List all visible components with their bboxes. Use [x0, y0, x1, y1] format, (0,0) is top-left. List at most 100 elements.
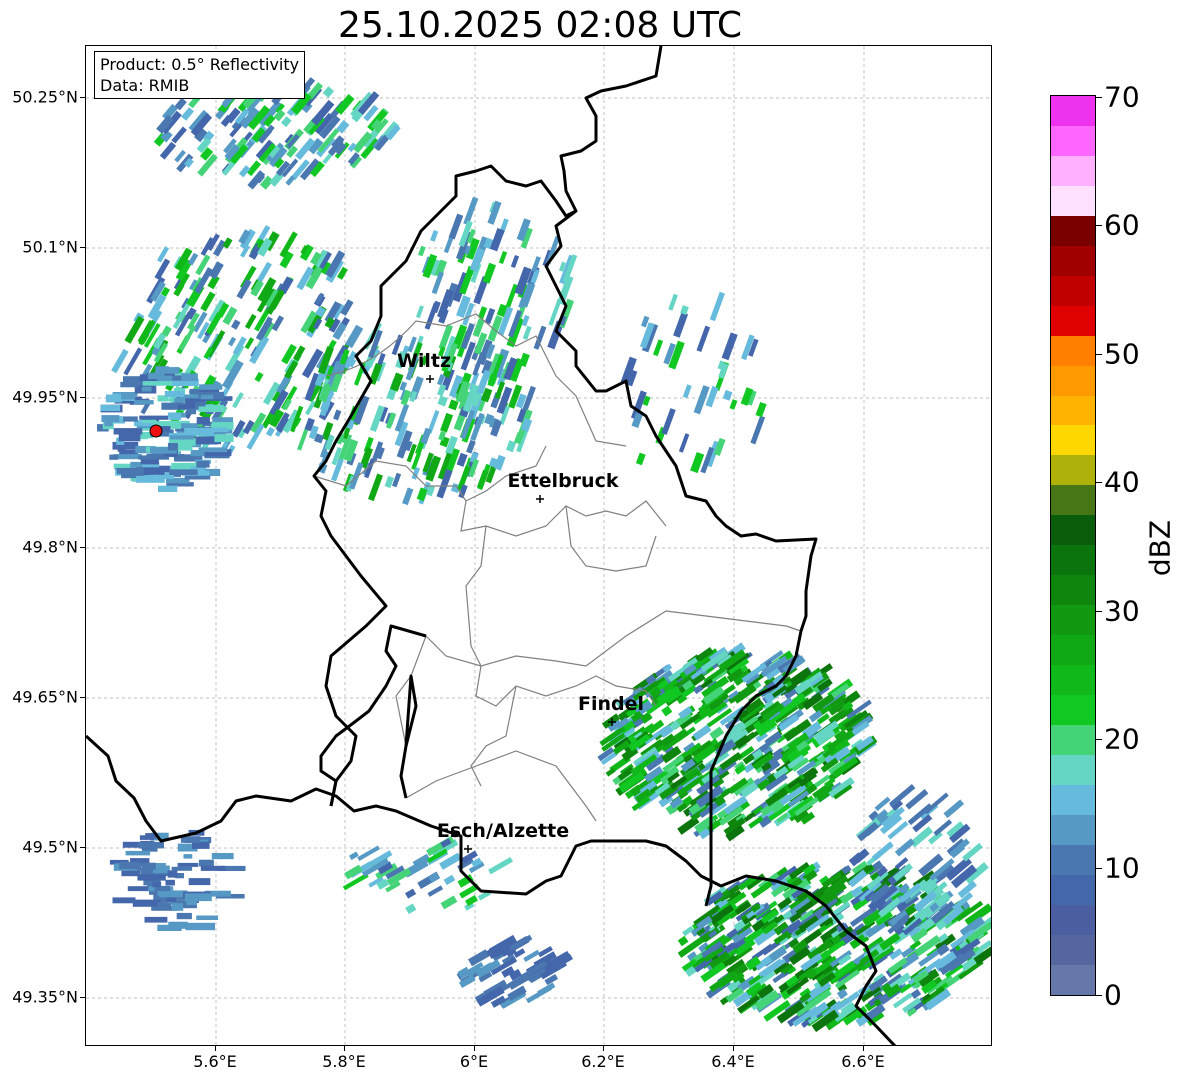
radar-echo-cell: [118, 433, 141, 442]
radar-echo-cell: [169, 469, 198, 475]
radar-echo-cell: [693, 385, 710, 415]
colorbar-segment: [1051, 814, 1095, 845]
lat-tick: [80, 397, 85, 398]
radar-echo-cell: [721, 332, 738, 361]
radar-echo-cell: [169, 435, 194, 440]
radar-echo-cell: [139, 434, 148, 440]
colorbar-label: 70: [1104, 80, 1140, 114]
radar-echo-cell: [677, 935, 689, 947]
lat-label: 49.5°N: [22, 837, 78, 857]
radar-echo-cell: [166, 897, 177, 902]
lat-tick: [80, 697, 85, 698]
lon-label: 6.6°E: [841, 1052, 885, 1071]
radar-echo-cell: [167, 870, 178, 878]
radar-echo-cell: [125, 850, 151, 856]
radar-echo-cell: [682, 925, 694, 937]
colorbar-tick: [1096, 225, 1102, 226]
colorbar-segment: [1051, 515, 1095, 546]
radar-echo-cell: [427, 885, 444, 897]
radar-echo-cell: [159, 141, 177, 160]
colorbar-segment: [1051, 605, 1095, 636]
lon-label: 5.6°E: [193, 1052, 237, 1071]
radar-echo-cell: [155, 366, 169, 373]
lon-label: 6°E: [459, 1052, 489, 1071]
radar-echo-cell: [137, 874, 166, 881]
radar-echo-cell: [349, 851, 359, 860]
colorbar-segment: [1051, 125, 1095, 156]
radar-echo-cell: [154, 258, 171, 280]
radar-echo-cell: [171, 903, 184, 911]
radar-echo-cell: [345, 324, 364, 349]
radar-echo-cell: [244, 313, 257, 330]
lat-tick: [80, 547, 85, 548]
radar-echo-cell: [211, 853, 234, 860]
radar-echo-cell: [354, 362, 366, 386]
radar-echo-cell: [200, 394, 214, 400]
radar-echo-cell: [498, 250, 508, 265]
radar-echo-cell: [196, 417, 210, 425]
colorbar-label: 0: [1104, 978, 1122, 1012]
radar-echo-cell: [909, 826, 934, 848]
radar-echoes: [97, 70, 991, 1033]
radar-echo-cell: [228, 336, 237, 347]
radar-echo-cell: [335, 93, 355, 115]
radar-echo-cell: [265, 426, 275, 437]
colorbar: [1050, 95, 1096, 996]
radar-echo-cell: [635, 452, 646, 466]
radar-echo-cell: [673, 312, 689, 338]
radar-echo-cell: [463, 196, 479, 226]
radar-echo-cell: [141, 862, 156, 870]
radar-echo-cell: [333, 409, 342, 421]
colorbar-segment: [1051, 844, 1095, 875]
radar-echo-cell: [181, 107, 194, 121]
radar-echo-cell: [200, 291, 216, 312]
radar-echo-cell: [168, 921, 188, 929]
radar-echo-cell: [164, 390, 185, 398]
radar-echo-cell: [177, 862, 199, 867]
radar-echo-cell: [405, 888, 417, 899]
radar-echo-cell: [448, 399, 459, 411]
radar-echo-cell: [488, 856, 514, 875]
colorbar-segment: [1051, 695, 1095, 726]
radar-echo-cell: [682, 384, 692, 399]
product-label: Product: 0.5° Reflectivity: [100, 55, 300, 74]
radar-echo-cell: [525, 985, 552, 1004]
colorbar-segment: [1051, 904, 1095, 935]
radar-echo-cell: [199, 384, 223, 390]
lat-label: 50.25°N: [12, 87, 78, 107]
radar-echo-cell: [384, 475, 394, 489]
radar-echo-cell: [402, 487, 414, 506]
radar-echo-cell: [392, 472, 402, 488]
colorbar-segment: [1051, 934, 1095, 965]
map-title: 25.10.2025 02:08 UTC: [337, 5, 743, 46]
radar-echo-cell: [523, 949, 540, 962]
colorbar-segment: [1051, 455, 1095, 486]
colorbar-segment: [1051, 665, 1095, 696]
radar-echo-cell: [437, 395, 448, 407]
radar-echo-cell: [100, 404, 121, 412]
radar-echo-cell: [136, 475, 165, 483]
radar-echo-cell: [117, 445, 126, 452]
colorbar-segment: [1051, 275, 1095, 306]
radar-echo-cell: [692, 724, 712, 741]
city-label-findel: Findel: [577, 693, 645, 715]
radar-echo-cell: [872, 841, 894, 861]
radar-echo-cell: [709, 291, 725, 322]
radar-echo-cell: [188, 878, 211, 886]
radar-echo-cell: [522, 325, 532, 340]
radar-echo-cell: [232, 392, 244, 409]
radar-echo-cell: [134, 400, 154, 405]
radar-echo-cell: [418, 245, 426, 257]
radar-echo-cell: [138, 841, 164, 849]
colorbar-segment: [1051, 545, 1095, 576]
radar-echo-cell: [159, 892, 184, 898]
radar-echo-cell: [448, 213, 464, 240]
radar-map[interactable]: [85, 45, 992, 1046]
lon-label: 6.2°E: [581, 1052, 625, 1071]
radar-echo-cell: [121, 870, 141, 877]
lat-label: 49.8°N: [22, 537, 78, 557]
radar-echo-cell: [678, 433, 690, 453]
lat-tick: [80, 847, 85, 848]
radar-echo-cell: [755, 401, 767, 418]
lon-tick: [733, 1046, 734, 1051]
